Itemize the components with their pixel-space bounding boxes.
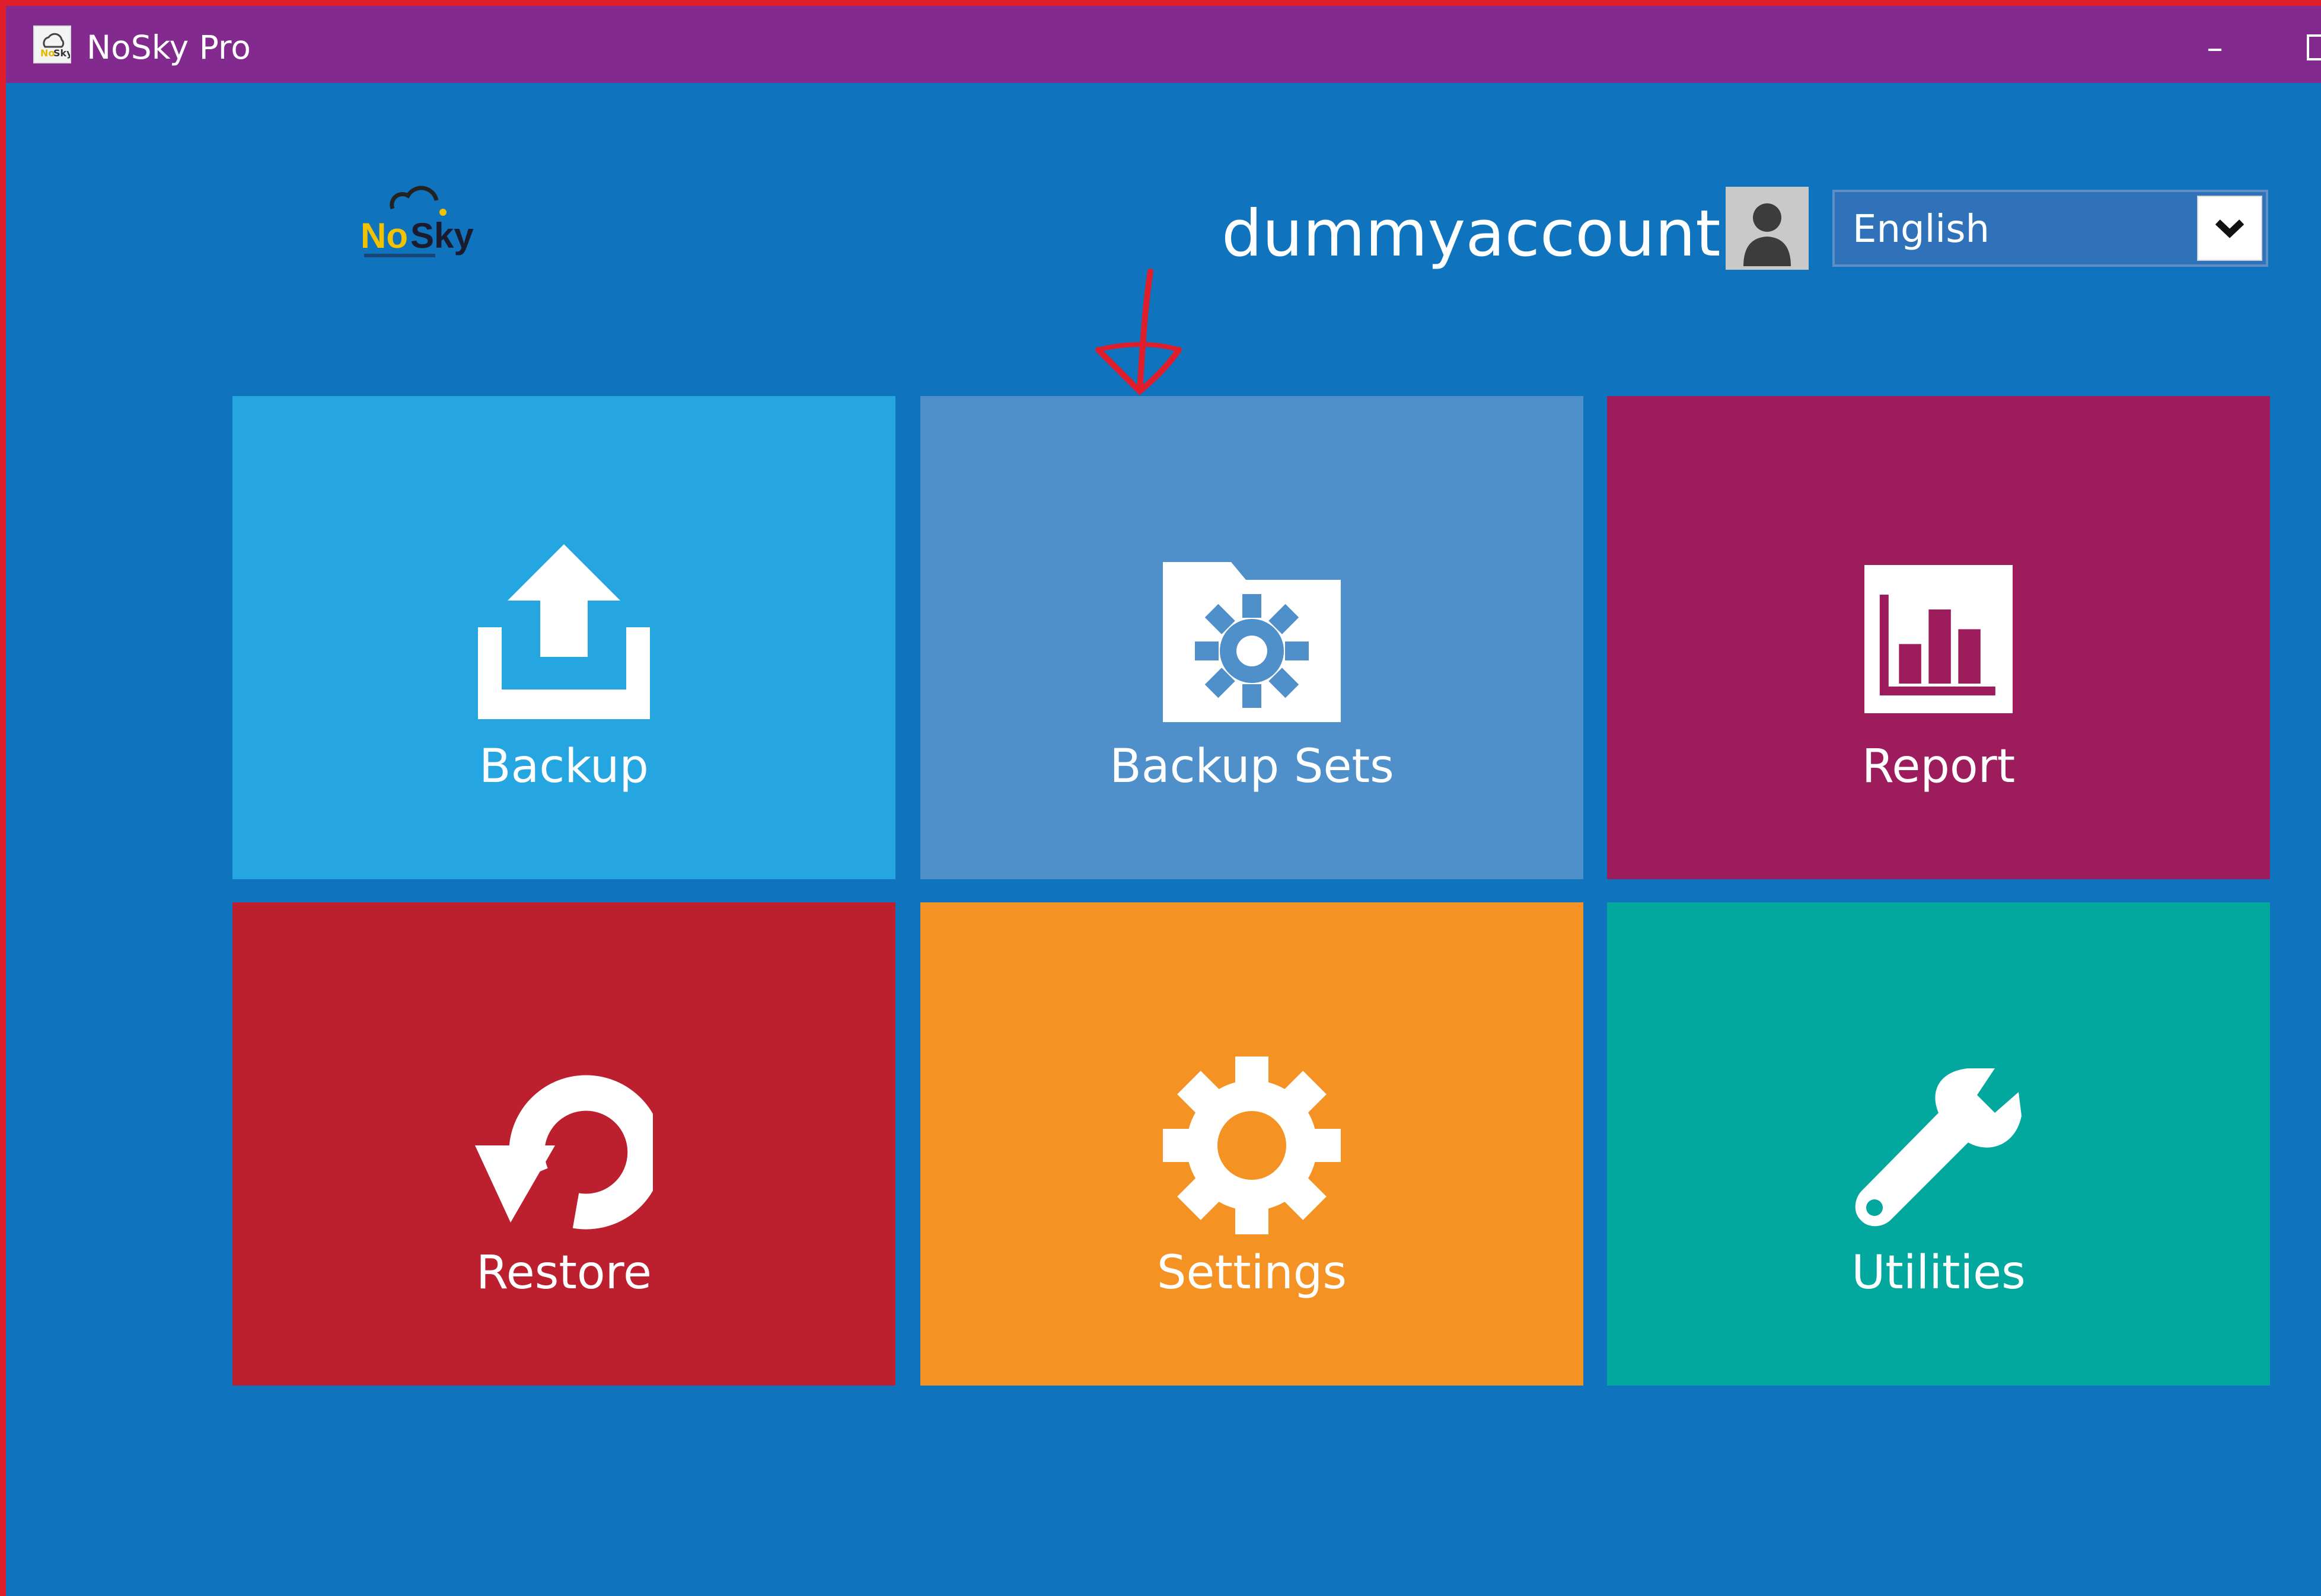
backup-sets-tile[interactable]: Backup Sets: [920, 396, 1583, 879]
svg-text:Sky: Sky: [53, 47, 70, 59]
minimize-button[interactable]: –: [2194, 30, 2236, 65]
report-tile[interactable]: Report: [1607, 396, 2270, 879]
svg-text:Sky: Sky: [410, 216, 474, 256]
window-title: NoSky Pro: [87, 28, 251, 66]
tile-label: Utilities: [1851, 1246, 2026, 1300]
settings-tile[interactable]: Settings: [920, 902, 1583, 1386]
restore-tile[interactable]: Restore: [232, 902, 895, 1386]
utilities-tile[interactable]: Utilities: [1607, 902, 2270, 1386]
backup-tile[interactable]: Backup: [232, 396, 895, 879]
annotation-arrow-icon: [1095, 269, 1182, 395]
language-select[interactable]: English: [1832, 190, 2268, 267]
language-selected-value: English: [1853, 208, 1990, 251]
username-label: dummyaccount: [1222, 197, 1721, 271]
tile-label: Restore: [476, 1246, 652, 1300]
folder-gear-icon: [1163, 562, 1341, 722]
bar-chart-icon: [1864, 565, 2013, 713]
title-bar: No Sky NoSky Pro –: [6, 6, 2321, 83]
tile-label: Backup: [479, 740, 649, 793]
svg-text:No: No: [361, 216, 408, 256]
tile-label: Settings: [1157, 1246, 1347, 1300]
upload-icon: [478, 544, 650, 719]
avatar[interactable]: [1726, 187, 1809, 270]
wrench-icon: [1855, 1068, 2022, 1227]
nosky-logo: No Sky: [356, 178, 486, 273]
maximize-button[interactable]: [2307, 34, 2321, 60]
restore-icon: [475, 1075, 653, 1230]
svg-text:No: No: [40, 47, 55, 59]
tile-label: Backup Sets: [1110, 740, 1394, 793]
chevron-down-icon[interactable]: [2197, 196, 2262, 261]
gear-icon: [1163, 1056, 1341, 1234]
tile-label: Report: [1861, 740, 2016, 793]
app-icon: No Sky: [33, 25, 73, 63]
